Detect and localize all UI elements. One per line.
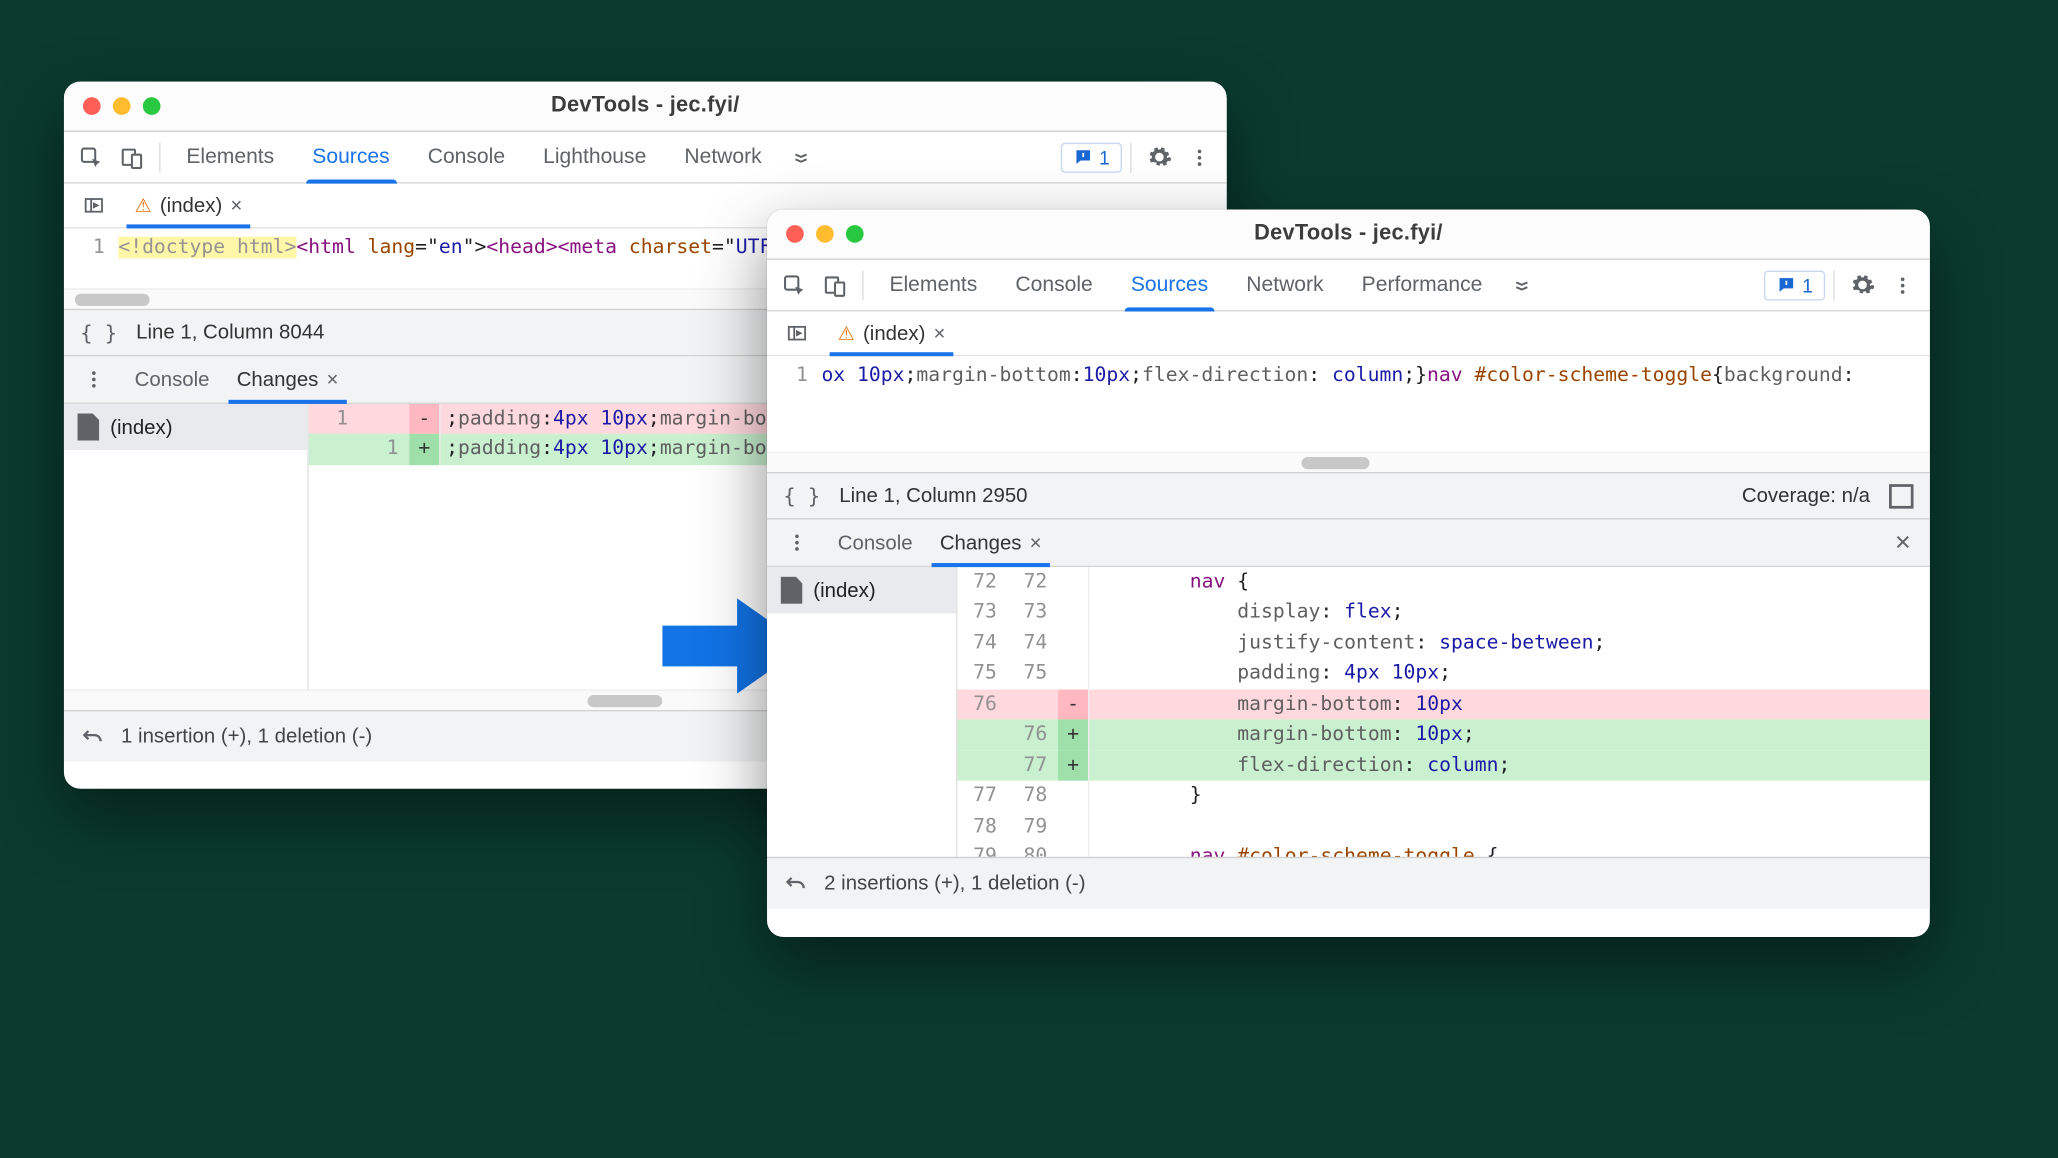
close-file-tab-icon[interactable]: ×: [934, 322, 946, 345]
changes-file-label: (index): [813, 579, 875, 602]
revert-icon[interactable]: [783, 871, 807, 895]
tab-sources[interactable]: Sources: [1113, 260, 1226, 310]
drawer-kebab-icon[interactable]: [75, 360, 113, 398]
diff-row: 7373 display: flex;: [957, 598, 1929, 629]
drawer-tab-console[interactable]: Console: [824, 520, 926, 566]
issues-count: 1: [1802, 274, 1813, 296]
sources-subbar: ⚠ (index) ×: [767, 311, 1930, 356]
diff-view[interactable]: 7272 nav {7373 display: flex;7474 justif…: [957, 567, 1929, 857]
warning-icon: ⚠: [838, 322, 855, 345]
tab-elements[interactable]: Elements: [872, 260, 995, 310]
changes-summary: 2 insertions (+), 1 deletion (-): [824, 872, 1085, 895]
window-title: DevTools - jec.fyi/: [551, 94, 740, 118]
changes-file-label: (index): [110, 415, 172, 438]
diff-row: 7879: [957, 812, 1929, 843]
inspect-element-icon[interactable]: [775, 266, 813, 304]
code-line[interactable]: ox 10px;margin-bottom:10px;flex-directio…: [821, 356, 1929, 396]
tab-network[interactable]: Network: [1229, 260, 1342, 310]
issues-icon: [1073, 147, 1093, 167]
close-window-button[interactable]: [83, 97, 101, 115]
file-icon: [781, 577, 803, 604]
drawer-kebab-icon[interactable]: [778, 524, 816, 562]
kebab-menu-icon[interactable]: [1180, 138, 1218, 176]
diff-row: 7980 nav #color-scheme-toggle {: [957, 842, 1929, 857]
changes-file-item[interactable]: (index): [64, 404, 307, 450]
file-icon: [78, 413, 100, 440]
minimize-window-button[interactable]: [816, 225, 834, 243]
changes-file-list: (index): [64, 404, 309, 690]
issues-count: 1: [1099, 146, 1110, 168]
kebab-menu-icon[interactable]: [1884, 266, 1922, 304]
device-toolbar-icon[interactable]: [113, 138, 151, 176]
diff-row: 76- margin-bottom: 10px: [957, 689, 1929, 720]
device-toolbar-icon[interactable]: [816, 266, 854, 304]
navigator-toggle-icon[interactable]: [778, 314, 816, 352]
pretty-print-icon[interactable]: { }: [783, 483, 820, 507]
cursor-position: Line 1, Column 8044: [136, 321, 324, 344]
tab-sources[interactable]: Sources: [295, 132, 408, 182]
changes-file-item[interactable]: (index): [767, 567, 956, 613]
diff-row: 7575 padding: 4px 10px;: [957, 659, 1929, 690]
drawer-tabbar: ConsoleChanges× ×: [767, 520, 1930, 568]
settings-gear-icon[interactable]: [1843, 266, 1881, 304]
drawer-tab-changes[interactable]: Changes×: [926, 520, 1055, 566]
horizontal-scrollbar[interactable]: [767, 452, 1930, 472]
titlebar[interactable]: DevTools - jec.fyi/: [64, 82, 1227, 132]
file-tab-label: (index): [863, 322, 925, 345]
revert-icon[interactable]: [80, 724, 104, 748]
more-tabs-chevron-icon[interactable]: [782, 138, 820, 176]
main-toolbar: ElementsConsoleSourcesNetworkPerformance…: [767, 260, 1930, 312]
panel-tabs: ElementsConsoleSourcesNetworkPerformance: [872, 260, 1500, 310]
tab-lighthouse[interactable]: Lighthouse: [525, 132, 664, 182]
changes-summary: 1 insertion (+), 1 deletion (-): [121, 725, 372, 748]
drawer-tab-console[interactable]: Console: [121, 356, 223, 402]
file-tab-index[interactable]: ⚠ (index) ×: [126, 184, 250, 228]
main-toolbar: ElementsSourcesConsoleLighthouseNetwork …: [64, 132, 1227, 184]
issues-button[interactable]: 1: [1764, 270, 1825, 300]
changes-footer: 2 insertions (+), 1 deletion (-): [767, 857, 1930, 909]
pretty-print-icon[interactable]: { }: [80, 320, 117, 344]
diff-row: 76+ margin-bottom: 10px;: [957, 720, 1929, 751]
inspect-element-icon[interactable]: [72, 138, 110, 176]
status-bar: { } Line 1, Column 2950 Coverage: n/a: [767, 472, 1930, 520]
minimize-window-button[interactable]: [113, 97, 131, 115]
diff-row: 7474 justify-content: space-between;: [957, 628, 1929, 659]
more-tabs-chevron-icon[interactable]: [1503, 266, 1541, 304]
changes-file-list: (index): [767, 567, 957, 857]
diff-row: 7272 nav {: [957, 567, 1929, 598]
tab-network[interactable]: Network: [667, 132, 780, 182]
tab-performance[interactable]: Performance: [1344, 260, 1500, 310]
drawer-tab-changes[interactable]: Changes×: [223, 356, 352, 402]
warning-icon: ⚠: [135, 194, 152, 217]
file-tab-label: (index): [160, 194, 222, 217]
line-number: 1: [767, 356, 821, 396]
line-number: 1: [64, 228, 118, 268]
diff-row: 7778 }: [957, 781, 1929, 812]
titlebar[interactable]: DevTools - jec.fyi/: [767, 209, 1930, 259]
close-file-tab-icon[interactable]: ×: [230, 194, 242, 217]
close-drawer-tab-icon[interactable]: ×: [1030, 531, 1042, 554]
settings-gear-icon[interactable]: [1140, 138, 1178, 176]
close-window-button[interactable]: [786, 225, 804, 243]
diff-row: 77+ flex-direction: column;: [957, 750, 1929, 781]
close-drawer-icon[interactable]: ×: [1887, 527, 1919, 558]
issues-button[interactable]: 1: [1061, 142, 1122, 172]
zoom-window-button[interactable]: [143, 97, 161, 115]
file-tab-index[interactable]: ⚠ (index) ×: [830, 311, 954, 355]
tab-elements[interactable]: Elements: [169, 132, 292, 182]
devtools-window-after: DevTools - jec.fyi/ ElementsConsoleSourc…: [767, 209, 1930, 937]
close-drawer-tab-icon[interactable]: ×: [327, 368, 339, 391]
zoom-window-button[interactable]: [846, 225, 864, 243]
issues-icon: [1776, 275, 1796, 295]
window-title: DevTools - jec.fyi/: [1254, 222, 1443, 246]
cursor-position: Line 1, Column 2950: [839, 484, 1027, 507]
tab-console[interactable]: Console: [998, 260, 1111, 310]
coverage-label: Coverage: n/a: [1742, 484, 1870, 507]
tab-console[interactable]: Console: [410, 132, 523, 182]
navigator-toggle-icon[interactable]: [75, 186, 113, 224]
panel-tabs: ElementsSourcesConsoleLighthouseNetwork: [169, 132, 780, 182]
coverage-icon[interactable]: [1889, 483, 1913, 507]
